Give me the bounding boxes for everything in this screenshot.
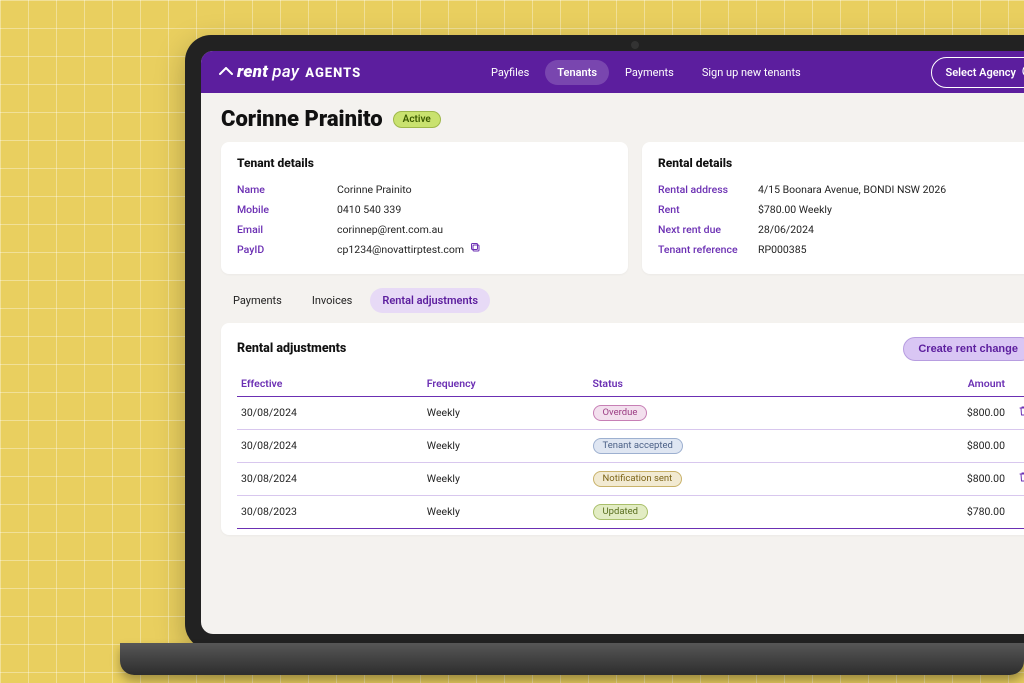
- laptop-frame: rentpay AGENTS Payfiles Tenants Payments…: [185, 35, 1024, 650]
- tab-payments[interactable]: Payments: [221, 288, 294, 313]
- status-badge: Notification sent: [593, 471, 683, 487]
- col-status: Status: [589, 371, 875, 397]
- table-row: 30/08/2024WeeklyOverdue $800.00: [237, 396, 1024, 429]
- col-actions: [1009, 371, 1024, 397]
- due-value: 28/06/2024: [758, 220, 814, 240]
- logo-pay: pay: [272, 62, 299, 82]
- roof-icon: [219, 60, 233, 79]
- cell-amount: $800.00: [875, 462, 1009, 495]
- nav-payfiles[interactable]: Payfiles: [479, 60, 541, 85]
- cell-status: Notification sent: [589, 462, 875, 495]
- tab-rental-adjustments[interactable]: Rental adjustments: [370, 288, 490, 313]
- col-effective: Effective: [237, 371, 423, 397]
- content: Corinne Prainito Active Tenant details N…: [201, 93, 1024, 549]
- cell-actions: [1009, 396, 1024, 429]
- main-nav: Payfiles Tenants Payments Sign up new te…: [479, 60, 813, 85]
- select-agency-label: Select Agency: [946, 66, 1016, 79]
- detail-cards: Tenant details NameCorinne Prainito Mobi…: [221, 142, 1024, 274]
- tab-invoices[interactable]: Invoices: [300, 288, 365, 313]
- email-value: corinnep@rent.com.au: [337, 220, 443, 240]
- cell-effective: 30/08/2024: [237, 396, 423, 429]
- cell-effective: 30/08/2023: [237, 495, 423, 528]
- col-frequency: Frequency: [423, 371, 589, 397]
- logo-rent: rent: [237, 62, 268, 82]
- cell-actions: [1009, 429, 1024, 462]
- cell-amount: $800.00: [875, 396, 1009, 429]
- rent-value: $780.00 Weekly: [758, 200, 832, 220]
- cell-status: Updated: [589, 495, 875, 528]
- tabs: Payments Invoices Rental adjustments: [221, 288, 1024, 313]
- nav-signup[interactable]: Sign up new tenants: [690, 60, 813, 85]
- screen: rentpay AGENTS Payfiles Tenants Payments…: [201, 51, 1024, 634]
- cell-status: Overdue: [589, 396, 875, 429]
- rental-details-card: Rental details Rental address4/15 Boonar…: [642, 142, 1024, 274]
- select-agency-button[interactable]: Select Agency: [931, 57, 1024, 88]
- ref-value: RP000385: [758, 240, 807, 260]
- cell-frequency: Weekly: [423, 396, 589, 429]
- topbar: rentpay AGENTS Payfiles Tenants Payments…: [201, 51, 1024, 93]
- adjustments-table: Effective Frequency Status Amount 30/08/…: [237, 371, 1024, 529]
- laptop-base: [120, 643, 1024, 675]
- tenant-details-card: Tenant details NameCorinne Prainito Mobi…: [221, 142, 628, 274]
- title-row: Corinne Prainito Active: [221, 107, 1024, 132]
- cell-effective: 30/08/2024: [237, 462, 423, 495]
- rental-details-heading: Rental details: [658, 156, 1024, 170]
- nav-tenants[interactable]: Tenants: [545, 60, 609, 85]
- panel-head: Rental adjustments Create rent change: [237, 337, 1024, 361]
- trash-icon[interactable]: [1018, 407, 1024, 420]
- create-rent-change-button[interactable]: Create rent change: [903, 337, 1024, 361]
- page-title: Corinne Prainito: [221, 107, 383, 132]
- tenant-details-heading: Tenant details: [237, 156, 612, 170]
- cell-actions: [1009, 495, 1024, 528]
- status-badge: Updated: [593, 504, 649, 520]
- mobile-label: Mobile: [237, 200, 337, 220]
- mobile-value: 0410 540 339: [337, 200, 401, 220]
- cell-amount: $780.00: [875, 495, 1009, 528]
- table-row: 30/08/2023WeeklyUpdated $780.00: [237, 495, 1024, 528]
- payid-value: cp1234@novattirptest.com: [337, 243, 464, 256]
- adjustments-panel: Rental adjustments Create rent change Ef…: [221, 323, 1024, 535]
- nav-payments[interactable]: Payments: [613, 60, 686, 85]
- cell-status: Tenant accepted: [589, 429, 875, 462]
- ref-label: Tenant reference: [658, 240, 758, 260]
- payid-label: PayID: [237, 240, 337, 260]
- status-badge: Tenant accepted: [593, 438, 683, 454]
- table-row: 30/08/2024WeeklyNotification sent $800.00: [237, 462, 1024, 495]
- address-value: 4/15 Boonara Avenue, BONDI NSW 2026: [758, 180, 946, 200]
- status-badge: Overdue: [593, 405, 648, 421]
- cell-frequency: Weekly: [423, 495, 589, 528]
- status-badge: Active: [393, 111, 441, 128]
- camera-dot: [631, 41, 639, 49]
- name-value: Corinne Prainito: [337, 180, 412, 200]
- cell-frequency: Weekly: [423, 429, 589, 462]
- logo-agents: AGENTS: [305, 66, 361, 81]
- email-label: Email: [237, 220, 337, 240]
- rent-label: Rent: [658, 200, 758, 220]
- cell-frequency: Weekly: [423, 462, 589, 495]
- name-label: Name: [237, 180, 337, 200]
- copy-icon[interactable]: [470, 243, 481, 256]
- table-row: 30/08/2024WeeklyTenant accepted $800.00: [237, 429, 1024, 462]
- due-label: Next rent due: [658, 220, 758, 240]
- col-amount: Amount: [875, 371, 1009, 397]
- cell-actions: [1009, 462, 1024, 495]
- trash-icon[interactable]: [1018, 473, 1024, 486]
- panel-title: Rental adjustments: [237, 341, 346, 356]
- logo: rentpay AGENTS: [219, 62, 361, 82]
- cell-effective: 30/08/2024: [237, 429, 423, 462]
- cell-amount: $800.00: [875, 429, 1009, 462]
- address-label: Rental address: [658, 180, 758, 200]
